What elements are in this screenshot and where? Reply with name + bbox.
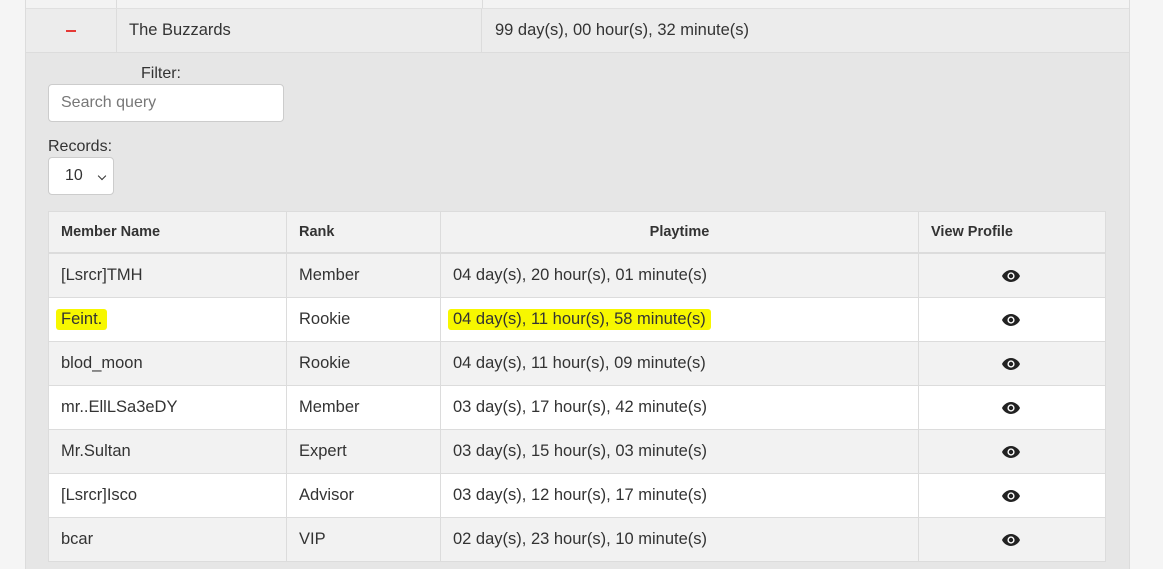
table-row: mr..EllLSa3eDY Member 03 day(s), 17 hour(s… bbox=[49, 386, 1105, 430]
member-name: [Lsrcr]Isco bbox=[61, 486, 138, 504]
header-member-name[interactable]: Member Name bbox=[49, 212, 287, 252]
member-playtime: 04 day(s), 11 hour(s), 58 minute(s) bbox=[448, 309, 711, 330]
member-rank: Expert bbox=[287, 430, 441, 473]
member-playtime: 04 day(s), 20 hour(s), 01 minute(s) bbox=[453, 266, 708, 284]
header-view-profile: View Profile bbox=[931, 224, 1013, 240]
member-rank: Rookie bbox=[287, 342, 441, 385]
member-playtime: 02 day(s), 23 hour(s), 10 minute(s) bbox=[453, 530, 708, 548]
clan-playtime: 99 day(s), 00 hour(s), 32 minute(s) bbox=[495, 21, 750, 39]
member-playtime: 03 day(s), 17 hour(s), 42 minute(s) bbox=[453, 398, 708, 416]
records-label: Records: bbox=[48, 138, 113, 155]
table-row: [Lsrcr]Isco Advisor 03 day(s), 12 hour(s),… bbox=[49, 474, 1105, 518]
filter-label: Filter: bbox=[141, 65, 181, 82]
table-row: Feint. Rookie 04 day(s), 11 hour(s), 58 mi… bbox=[49, 298, 1105, 342]
member-playtime: 03 day(s), 12 hour(s), 17 minute(s) bbox=[453, 486, 708, 504]
view-profile-cell bbox=[919, 298, 1103, 341]
member-rank: Rookie bbox=[287, 298, 441, 341]
minus-icon[interactable] bbox=[66, 29, 76, 32]
member-name-cell: [Lsrcr]TMH bbox=[49, 254, 287, 297]
member-name: Mr.Sultan bbox=[61, 442, 131, 460]
search-input[interactable] bbox=[48, 84, 284, 122]
view-profile-cell bbox=[919, 254, 1103, 297]
records-value: 10 bbox=[65, 167, 83, 184]
clan-row[interactable]: The Buzzards 99 day(s), 00 hour(s), 32 m… bbox=[26, 9, 1129, 53]
member-playtime-cell: 03 day(s), 12 hour(s), 17 minute(s) bbox=[441, 474, 919, 517]
collapse-toggle[interactable] bbox=[26, 9, 117, 52]
member-rank: Member bbox=[287, 254, 441, 297]
member-name-cell: blod_moon bbox=[49, 342, 287, 385]
view-profile-cell bbox=[919, 430, 1103, 473]
eye-icon[interactable] bbox=[1001, 445, 1021, 459]
member-playtime-cell: 02 day(s), 23 hour(s), 10 minute(s) bbox=[441, 518, 919, 561]
eye-icon[interactable] bbox=[1001, 489, 1021, 503]
member-name-cell: Mr.Sultan bbox=[49, 430, 287, 473]
member-rank: Advisor bbox=[287, 474, 441, 517]
eye-icon[interactable] bbox=[1001, 401, 1021, 415]
member-name-cell: mr..EllLSa3eDY bbox=[49, 386, 287, 429]
member-playtime: 03 day(s), 15 hour(s), 03 minute(s) bbox=[453, 442, 708, 460]
previous-row-edge bbox=[26, 0, 1129, 9]
member-name: [Lsrcr]TMH bbox=[61, 266, 143, 284]
table-row: bcar VIP 02 day(s), 23 hour(s), 10 minute(… bbox=[49, 518, 1105, 562]
view-profile-cell bbox=[919, 342, 1103, 385]
member-playtime: 04 day(s), 11 hour(s), 09 minute(s) bbox=[453, 354, 706, 372]
view-profile-cell bbox=[919, 474, 1103, 517]
member-playtime-cell: 03 day(s), 15 hour(s), 03 minute(s) bbox=[441, 430, 919, 473]
view-profile-cell bbox=[919, 386, 1103, 429]
header-rank[interactable]: Rank bbox=[287, 212, 441, 252]
members-table: Member Name Rank Playtime View Profile [… bbox=[48, 211, 1106, 562]
member-name: mr..EllLSa3eDY bbox=[61, 398, 178, 416]
eye-icon[interactable] bbox=[1001, 313, 1021, 327]
table-row: Mr.Sultan Expert 03 day(s), 15 hour(s), 03… bbox=[49, 430, 1105, 474]
records-select[interactable]: 10 bbox=[48, 157, 114, 195]
member-name: bcar bbox=[61, 530, 94, 548]
table-header: Member Name Rank Playtime View Profile bbox=[49, 212, 1105, 254]
member-playtime-cell: 04 day(s), 11 hour(s), 58 minute(s) bbox=[441, 298, 919, 341]
chevron-down-icon bbox=[97, 171, 107, 181]
eye-icon[interactable] bbox=[1001, 269, 1021, 283]
eye-icon[interactable] bbox=[1001, 357, 1021, 371]
eye-icon[interactable] bbox=[1001, 533, 1021, 547]
member-name-cell: Feint. bbox=[49, 298, 287, 341]
table-row: [Lsrcr]TMH Member 04 day(s), 20 hour(s), 0… bbox=[49, 254, 1105, 298]
member-name: blod_moon bbox=[61, 354, 143, 372]
member-rank: Member bbox=[287, 386, 441, 429]
member-name-cell: bcar bbox=[49, 518, 287, 561]
clan-name: The Buzzards bbox=[117, 9, 482, 52]
table-row: blod_moon Rookie 04 day(s), 11 hour(s), 09… bbox=[49, 342, 1105, 386]
clan-panel: The Buzzards 99 day(s), 00 hour(s), 32 m… bbox=[25, 0, 1130, 569]
view-profile-cell bbox=[919, 518, 1103, 561]
header-playtime[interactable]: Playtime bbox=[441, 212, 919, 252]
member-name-cell: [Lsrcr]Isco bbox=[49, 474, 287, 517]
member-playtime-cell: 04 day(s), 20 hour(s), 01 minute(s) bbox=[441, 254, 919, 297]
member-rank: VIP bbox=[287, 518, 441, 561]
member-playtime-cell: 03 day(s), 17 hour(s), 42 minute(s) bbox=[441, 386, 919, 429]
member-name: Feint. bbox=[56, 309, 108, 330]
member-playtime-cell: 04 day(s), 11 hour(s), 09 minute(s) bbox=[441, 342, 919, 385]
